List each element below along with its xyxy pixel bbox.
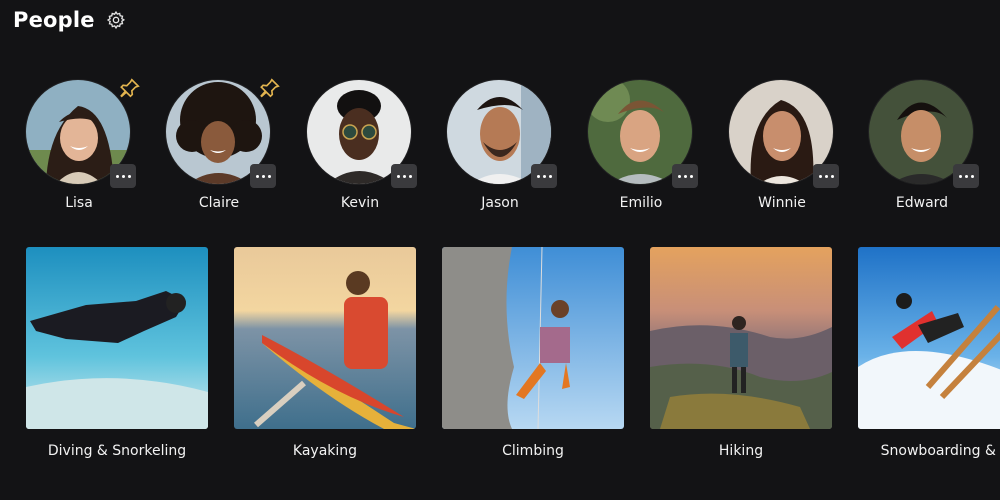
person-card-claire[interactable]: Claire <box>149 78 289 218</box>
more-options-button[interactable] <box>672 164 698 188</box>
person-name: Emilio <box>619 195 663 211</box>
person-card-jason[interactable]: Jason <box>430 78 570 218</box>
pin-icon[interactable] <box>119 77 141 99</box>
more-options-button[interactable] <box>250 164 276 188</box>
person-name: Edward <box>895 195 949 211</box>
activity-label: Kayaking <box>292 443 358 459</box>
page-title: People <box>13 8 95 32</box>
person-name: Jason <box>481 195 519 211</box>
activity-label: Diving & Snorkeling <box>47 443 187 459</box>
more-options-button[interactable] <box>110 164 136 188</box>
activity-card-hiking[interactable]: Hiking <box>650 247 832 459</box>
header: People <box>13 8 127 32</box>
activity-image[interactable] <box>858 247 1000 429</box>
more-options-button[interactable] <box>813 164 839 188</box>
gear-icon[interactable] <box>105 9 127 31</box>
person-card-emilio[interactable]: Emilio <box>571 78 711 218</box>
activity-label: Hiking <box>718 443 764 459</box>
activity-image[interactable] <box>26 247 208 429</box>
person-name: Claire <box>198 195 240 211</box>
activity-label: Climbing <box>502 443 564 459</box>
activity-card-kayaking[interactable]: Kayaking <box>234 247 416 459</box>
activity-image[interactable] <box>442 247 624 429</box>
activity-card-climbing[interactable]: Climbing <box>442 247 624 459</box>
more-options-button[interactable] <box>531 164 557 188</box>
people-row: Lisa Claire Kevin Jason Emilio Winnie Ed… <box>0 78 1000 218</box>
pin-icon[interactable] <box>259 77 281 99</box>
activity-card-diving[interactable]: Diving & Snorkeling <box>26 247 208 459</box>
person-card-kevin[interactable]: Kevin <box>290 78 430 218</box>
person-card-lisa[interactable]: Lisa <box>9 78 149 218</box>
activity-label: Snowboarding & Sk <box>880 443 1000 459</box>
activity-image[interactable] <box>234 247 416 429</box>
person-card-winnie[interactable]: Winnie <box>712 78 852 218</box>
person-name: Lisa <box>65 195 93 211</box>
activity-image[interactable] <box>650 247 832 429</box>
more-options-button[interactable] <box>391 164 417 188</box>
person-card-edward[interactable]: Edward <box>852 78 992 218</box>
activities-row: Diving & Snorkeling Kayaking Climbing Hi… <box>0 247 1000 477</box>
person-name: Winnie <box>758 195 806 211</box>
more-options-button[interactable] <box>953 164 979 188</box>
person-name: Kevin <box>340 195 380 211</box>
activity-card-snowboarding[interactable]: Snowboarding & Sk <box>858 247 1000 459</box>
